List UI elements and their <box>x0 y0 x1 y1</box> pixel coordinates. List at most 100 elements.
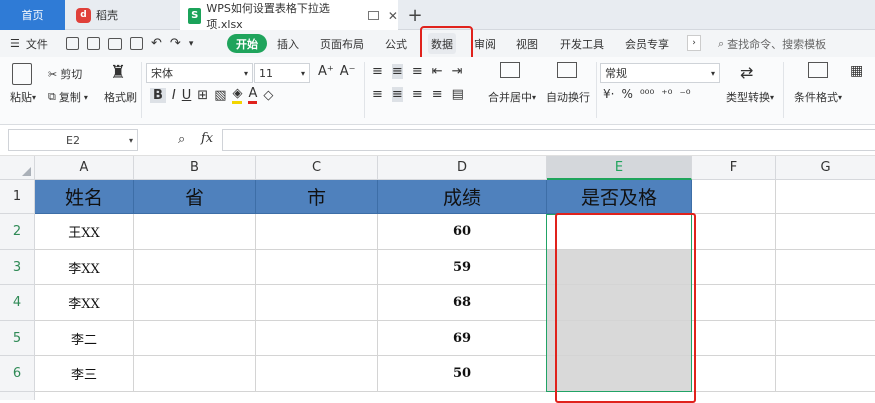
row-header-1[interactable]: 1 <box>0 180 35 214</box>
cell-name[interactable]: 李XX <box>35 285 134 321</box>
wrap-icon[interactable] <box>557 62 577 78</box>
align-right-icon[interactable]: ≡ <box>412 87 423 102</box>
column-header-d[interactable]: D <box>378 156 547 180</box>
row-header-2[interactable]: 2 <box>0 214 35 250</box>
cell-name[interactable]: 李XX <box>35 250 134 285</box>
cell-score[interactable]: 59 <box>378 250 547 285</box>
column-header-b[interactable]: B <box>134 156 256 180</box>
menu-view[interactable]: 视图 <box>516 30 538 57</box>
cell-pass[interactable] <box>547 285 692 321</box>
cell-pass[interactable] <box>547 356 692 392</box>
menu-file[interactable]: ☰ 文件 <box>10 30 48 57</box>
search-command[interactable]: ⌕ 查找命令、搜索模板 <box>718 30 826 57</box>
menu-page-layout[interactable]: 页面布局 <box>320 30 364 57</box>
merge-button[interactable]: 合并居中 ▾ <box>488 89 536 105</box>
outdent-icon[interactable]: ⇥ <box>452 64 463 79</box>
underline-icon[interactable]: U <box>182 88 192 103</box>
copy-button[interactable]: ⧉ 复制 ▾ <box>48 89 88 105</box>
more-menu-button[interactable]: › <box>687 35 701 51</box>
menu-developer[interactable]: 开发工具 <box>560 30 604 57</box>
name-box[interactable]: E2 ▾ <box>8 129 138 151</box>
table-cell[interactable] <box>256 214 378 250</box>
font-name-select[interactable]: 宋体 ▾ <box>146 63 253 83</box>
header-cell-name[interactable]: 姓名 <box>35 180 134 214</box>
formula-input[interactable] <box>222 129 875 151</box>
header-cell-score[interactable]: 成绩 <box>378 180 547 214</box>
increase-font-icon[interactable]: A⁺ <box>318 64 334 79</box>
clear-format-icon[interactable]: ◇ <box>263 88 273 103</box>
header-cell-pass[interactable]: 是否及格 <box>547 180 692 214</box>
format-painter-button[interactable]: 格式刷 <box>104 89 137 105</box>
align-top-icon[interactable]: ≡ <box>372 64 383 79</box>
table-cell[interactable] <box>692 180 776 214</box>
table-cell[interactable] <box>776 214 875 250</box>
align-left-icon[interactable]: ≡ <box>372 87 383 102</box>
column-header-e[interactable]: E <box>547 156 692 180</box>
cell-score[interactable]: 69 <box>378 321 547 356</box>
table-cell[interactable] <box>692 285 776 321</box>
row-header-3[interactable]: 3 <box>0 250 35 285</box>
type-convert-button[interactable]: 类型转换 ▾ <box>726 89 774 105</box>
currency-icon[interactable]: ¥· <box>603 87 614 101</box>
table-cell[interactable] <box>134 214 256 250</box>
wrap-button[interactable]: 自动换行 <box>546 89 590 105</box>
column-header-f[interactable]: F <box>692 156 776 180</box>
column-header-a[interactable]: A <box>35 156 134 180</box>
distribute-icon[interactable]: ▤ <box>452 87 464 102</box>
tab-daoke[interactable]: d 稻壳 <box>66 0 178 30</box>
tab-home[interactable]: 首页 <box>0 0 65 30</box>
table-cell[interactable] <box>256 321 378 356</box>
table-style-icon[interactable]: ▦ <box>850 63 863 79</box>
table-cell[interactable] <box>134 356 256 392</box>
align-middle-icon[interactable]: ≡ <box>391 64 403 79</box>
header-cell-city[interactable]: 市 <box>256 180 378 214</box>
table-cell[interactable] <box>692 321 776 356</box>
tab-file[interactable]: S WPS如何设置表格下拉选项.xlsx ✕ <box>180 0 398 31</box>
table-cell[interactable] <box>134 321 256 356</box>
select-all-corner[interactable] <box>0 156 35 180</box>
menu-start[interactable]: 开始 <box>227 34 267 53</box>
redo-icon[interactable]: ↷ <box>170 36 181 51</box>
table-cell[interactable] <box>134 285 256 321</box>
save-icon[interactable] <box>66 37 79 50</box>
zoom-icon[interactable]: ⌕ <box>178 132 185 147</box>
table-cell[interactable] <box>692 356 776 392</box>
decrease-decimal-icon[interactable]: ⁻⁰ <box>679 87 690 101</box>
convert-icon[interactable]: ⇄ <box>740 63 753 82</box>
close-icon[interactable]: ✕ <box>388 9 398 23</box>
cell-score[interactable]: 68 <box>378 285 547 321</box>
cell-name[interactable]: 李三 <box>35 356 134 392</box>
row-header-5[interactable]: 5 <box>0 321 35 356</box>
font-color-icon[interactable]: A <box>248 86 258 104</box>
fill-color-icon[interactable]: ◈ <box>232 86 243 104</box>
column-header-c[interactable]: C <box>256 156 378 180</box>
cell-pass[interactable] <box>547 321 692 356</box>
row-header-6[interactable]: 6 <box>0 356 35 392</box>
decrease-font-icon[interactable]: A⁻ <box>340 64 356 79</box>
cell-name[interactable]: 李二 <box>35 321 134 356</box>
table-cell[interactable] <box>776 321 875 356</box>
cell-pass-active[interactable] <box>547 214 692 250</box>
brush-icon[interactable]: ♜ <box>110 62 126 83</box>
cell-name[interactable]: 王XX <box>35 214 134 250</box>
table-cell[interactable] <box>776 285 875 321</box>
bold-icon[interactable]: B <box>150 87 166 103</box>
border-icon[interactable]: ⊞ <box>197 88 208 103</box>
font-size-select[interactable]: 11 ▾ <box>254 63 310 83</box>
menu-member[interactable]: 会员专享 <box>625 30 669 57</box>
undo-icon[interactable]: ↶ <box>151 36 162 51</box>
paste-button[interactable]: 粘贴 ▾ <box>10 89 36 105</box>
table-cell[interactable] <box>256 285 378 321</box>
window-icon[interactable] <box>368 11 379 20</box>
row-header-7[interactable] <box>0 392 35 400</box>
cell-score[interactable]: 50 <box>378 356 547 392</box>
menu-review[interactable]: 审阅 <box>474 30 496 57</box>
italic-icon[interactable]: I <box>172 88 176 103</box>
preview-icon[interactable] <box>130 37 143 50</box>
print-icon[interactable] <box>108 37 122 50</box>
cell-pass[interactable] <box>547 250 692 285</box>
number-format-select[interactable]: 常规 ▾ <box>600 63 720 83</box>
merge-icon[interactable] <box>500 62 520 78</box>
row-header-4[interactable]: 4 <box>0 285 35 321</box>
table-cell[interactable] <box>134 250 256 285</box>
